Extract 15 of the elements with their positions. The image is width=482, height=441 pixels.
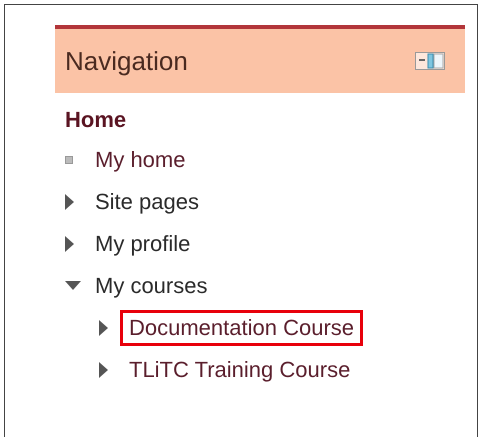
block-title: Navigation: [65, 46, 188, 76]
caret-right-icon[interactable]: [65, 194, 75, 210]
nav-link[interactable]: My home: [86, 142, 194, 178]
nav-link[interactable]: Documentation Course: [120, 310, 364, 346]
nav-item[interactable]: Site pages: [86, 184, 208, 220]
caret-down-icon[interactable]: [65, 281, 81, 291]
caret-right-icon[interactable]: [99, 362, 109, 378]
nav-item[interactable]: My profile: [86, 226, 200, 262]
caret-right-icon[interactable]: [99, 320, 109, 336]
nav-item[interactable]: My courses: [86, 268, 216, 304]
nav-link[interactable]: TLiTC Training Course: [120, 352, 360, 388]
caret-right-icon[interactable]: [65, 236, 75, 252]
dock-icon[interactable]: [415, 52, 445, 70]
square-bullet-icon: [65, 156, 73, 164]
home-link[interactable]: Home: [65, 107, 465, 133]
